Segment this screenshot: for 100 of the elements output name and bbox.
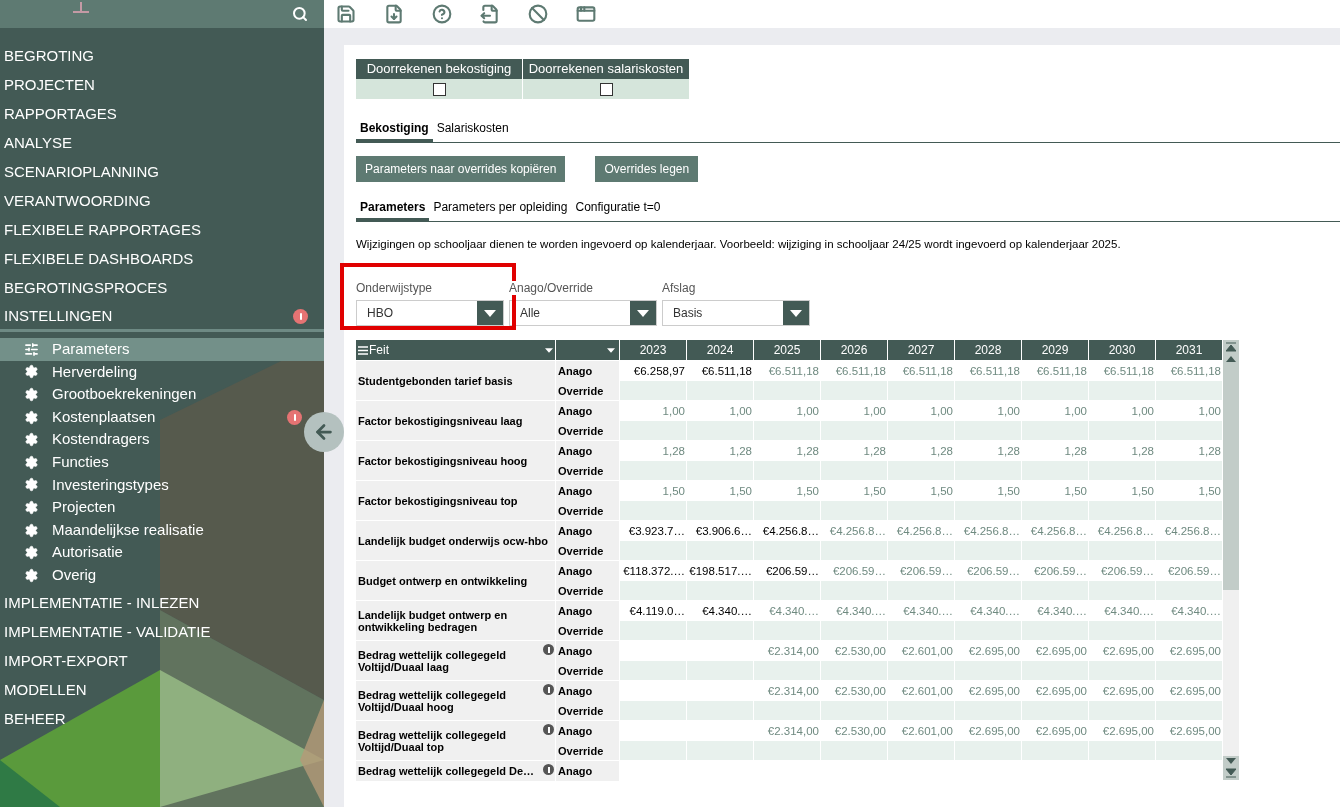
column-header[interactable] <box>556 340 620 361</box>
checkbox[interactable] <box>599 82 613 96</box>
nav-item[interactable]: BEGROTING <box>0 42 324 71</box>
row-label: Bedrag wettelijk collegegeld Voltijd/Duaal top <box>358 728 507 753</box>
logo-icon <box>70 2 92 16</box>
action-button[interactable]: Overrides legen <box>595 156 699 182</box>
override-cell[interactable] <box>1156 541 1223 561</box>
gear-icon <box>24 454 39 470</box>
nav-item[interactable]: INSTELLINGEN <box>0 303 324 332</box>
search-icon[interactable] <box>292 6 308 22</box>
nav-item[interactable]: ANALYSE <box>0 129 324 158</box>
column-header: 2031 <box>1156 340 1223 361</box>
submenu-item[interactable]: Maandelijkse realisatie <box>0 518 304 542</box>
row-label: Budget ontwerp en ontwikkeling <box>358 574 528 587</box>
scroll-down-icon[interactable] <box>1226 758 1236 765</box>
row-type: Anago <box>556 761 620 782</box>
row-type: Override <box>556 701 620 721</box>
save-icon[interactable] <box>336 4 356 24</box>
dropdown[interactable]: Basis <box>662 300 810 327</box>
download-icon[interactable] <box>384 4 404 24</box>
submenu-item[interactable]: Kostendragers <box>0 428 304 451</box>
column-header[interactable]: Feit <box>356 340 556 361</box>
scroll-bottom-icon[interactable] <box>1226 768 1236 779</box>
gear-icon <box>24 432 39 448</box>
filter-label: Anago/Override <box>509 281 594 296</box>
submenu-item[interactable]: Herverdeling <box>0 360 304 384</box>
export-icon[interactable] <box>480 4 500 24</box>
collapse-button[interactable] <box>304 412 344 452</box>
nav-item[interactable]: IMPLEMENTATIE - VALIDATIE <box>0 617 324 647</box>
column-header: 2024 <box>687 340 754 361</box>
override-cell[interactable] <box>1156 461 1223 481</box>
nav-item[interactable]: BEGROTINGSPROCES <box>0 274 324 303</box>
row-label: Landelijk budget ontwerp en ontwikkeling bedragen <box>358 608 509 633</box>
nav-item[interactable]: IMPLEMENTATIE - INLEZEN <box>0 588 324 618</box>
row-label: Landelijk budget onderwijs ocw-hbo <box>358 534 549 547</box>
row-label: Bedrag wettelijk collegegeld Voltijd/Duaal hoog <box>358 688 507 713</box>
submenu-item[interactable]: Functies <box>0 450 304 474</box>
gear-icon <box>24 522 39 538</box>
row-type: Anago <box>556 561 620 582</box>
caret-icon <box>545 347 553 353</box>
dropdown[interactable]: HBO <box>356 300 504 327</box>
tab[interactable]: Bekostiging <box>356 119 433 142</box>
window-icon[interactable] <box>576 4 596 24</box>
scrollbar[interactable] <box>1223 340 1239 781</box>
caret-icon <box>484 309 496 317</box>
override-cell[interactable] <box>1156 501 1223 521</box>
override-cell[interactable] <box>1156 741 1223 761</box>
row-label: Studentgebonden tarief basis <box>358 374 513 387</box>
override-cell[interactable] <box>1156 421 1223 441</box>
nav-item[interactable]: VERANTWOORDING <box>0 187 324 216</box>
row-type: Override <box>556 661 620 681</box>
filter-label: Afslag <box>662 281 696 296</box>
override-cell[interactable] <box>1156 581 1223 601</box>
submenu-item[interactable]: Kostenplaatsen <box>0 405 304 429</box>
nav-item[interactable]: IMPORT-EXPORT <box>0 646 324 676</box>
tab[interactable]: Salariskosten <box>432 119 513 142</box>
gear-icon <box>24 567 39 583</box>
ban-icon[interactable] <box>528 4 548 24</box>
nav-item[interactable]: PROJECTEN <box>0 71 324 100</box>
nav-item[interactable]: SCENARIOPLANNING <box>0 158 324 187</box>
option-header: Doorrekenen salariskosten <box>523 59 689 79</box>
scroll-up-icon[interactable] <box>1226 356 1236 363</box>
submenu-item[interactable]: Autorisatie <box>0 541 304 564</box>
tab[interactable]: Parameters per opleiding <box>429 198 572 221</box>
checkbox[interactable] <box>432 82 446 96</box>
row-type: Anago <box>556 641 620 662</box>
override-cell[interactable] <box>1156 381 1223 401</box>
submenu-item[interactable]: Parameters <box>0 338 324 361</box>
gear-icon <box>24 477 39 493</box>
nav-item[interactable]: RAPPORTAGES <box>0 100 324 129</box>
caret-icon <box>637 309 649 317</box>
sliders-icon <box>24 341 39 357</box>
row-label: Factor bekostigingsniveau top <box>358 494 518 507</box>
nav-item[interactable]: BEHEER <box>0 704 324 734</box>
dropdown[interactable]: Alle <box>509 300 657 327</box>
submenu-item[interactable]: Grootboekrekeningen <box>0 383 304 406</box>
column-header: 2025 <box>754 340 821 361</box>
info-text: Wijzigingen op schooljaar dienen te worden ingevoerd op kalenderjaar. Voorbeeld: wijziging in schooljaar 24/25 wordt ingevoerd op kalenderjaar 2025. <box>356 237 1122 252</box>
row-type: Anago <box>556 601 620 622</box>
row-label: Factor bekostigingsniveau hoog <box>358 454 528 467</box>
action-button[interactable]: Parameters naar overrides kopiëren <box>356 156 566 182</box>
row-type: Override <box>556 541 620 561</box>
tab[interactable]: Parameters <box>356 198 430 221</box>
row-type: Override <box>556 421 620 441</box>
row-type: Anago <box>556 401 620 422</box>
menu-icon <box>358 345 368 355</box>
help-icon[interactable] <box>432 4 452 24</box>
nav-item[interactable]: MODELLEN <box>0 675 324 705</box>
nav-item[interactable]: FLEXIBELE RAPPORTAGES <box>0 216 324 245</box>
filter-label: Onderwijstype <box>356 281 433 296</box>
nav-item[interactable]: FLEXIBELE DASHBOARDS <box>0 245 324 274</box>
column-header: 2029 <box>1022 340 1089 361</box>
scroll-top-icon[interactable] <box>1226 342 1236 353</box>
gear-icon <box>24 387 39 402</box>
submenu-item[interactable]: Overig <box>0 563 304 587</box>
row-type: Override <box>556 501 620 521</box>
column-header: 2028 <box>955 340 1022 361</box>
tab[interactable]: Configuratie t=0 <box>571 198 665 221</box>
submenu-item[interactable]: Investeringstypes <box>0 473 304 497</box>
submenu-item[interactable]: Projecten <box>0 496 304 519</box>
